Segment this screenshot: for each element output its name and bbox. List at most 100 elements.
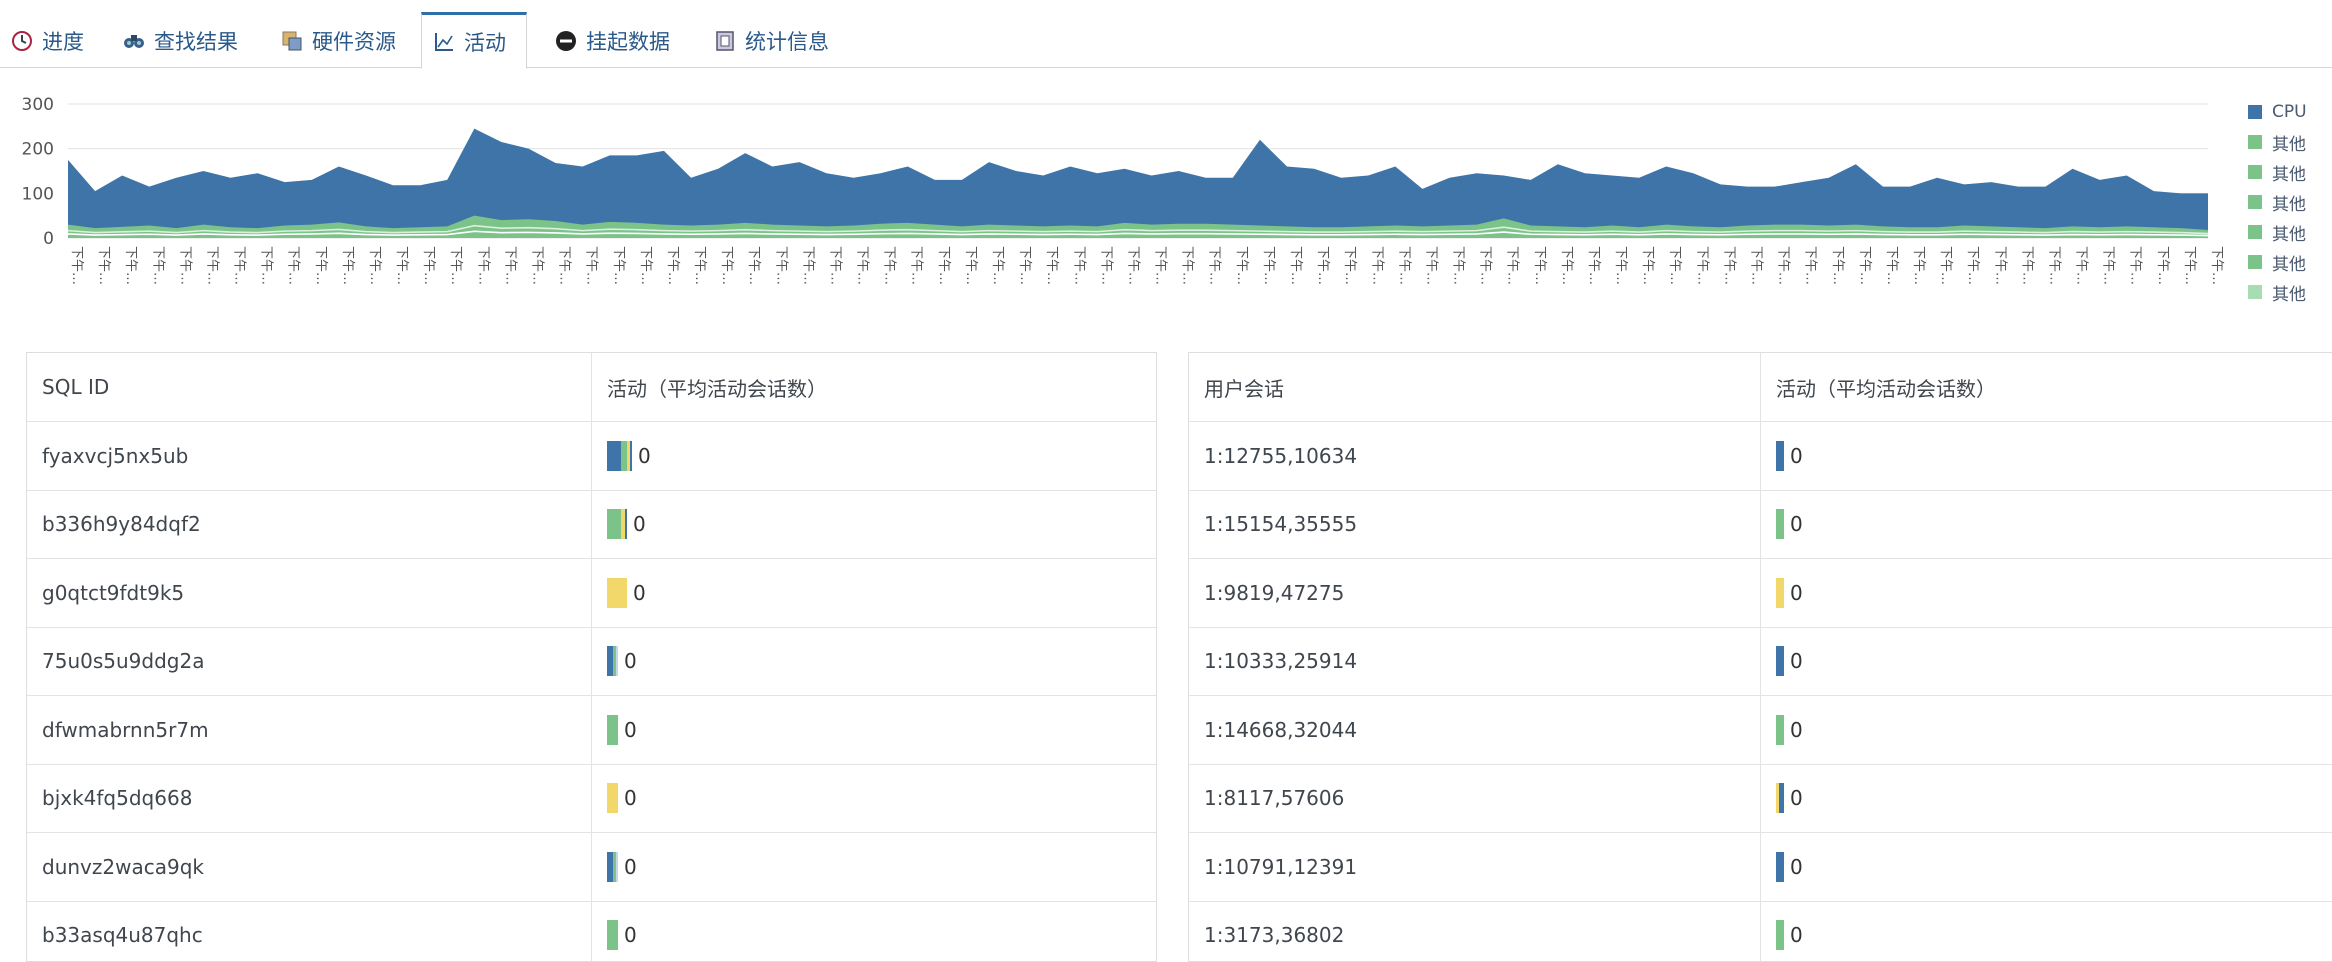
tab-activity[interactable]: 活动	[421, 12, 527, 69]
x-tick-label: 下午…	[340, 246, 355, 285]
x-tick-label: 下午…	[177, 246, 192, 285]
activity-bar[interactable]	[607, 783, 618, 813]
activity-bar[interactable]	[607, 646, 618, 676]
activity-bar[interactable]	[607, 578, 627, 608]
sql-id-cell[interactable]: dfwmabrnn5r7m	[27, 696, 591, 764]
table-row[interactable]: 1:12755,106340	[1189, 422, 2332, 491]
activity-cell: 0	[1760, 559, 2332, 627]
legend-item[interactable]: 其他	[2248, 187, 2332, 217]
activity-cell: 0	[591, 902, 1156, 962]
activity-bar[interactable]	[607, 715, 618, 745]
x-tick-label: 下午…	[259, 246, 274, 285]
y-tick-label: 100	[22, 184, 54, 204]
sql-id-cell[interactable]: fyaxvcj5nx5ub	[27, 422, 591, 490]
table-row[interactable]: bjxk4fq5dq6680	[27, 765, 1156, 834]
x-tick-label: 下午…	[2155, 246, 2170, 285]
user-session-cell[interactable]: 1:10791,12391	[1189, 833, 1760, 901]
legend-item[interactable]: 其他	[2248, 277, 2332, 307]
activity-bar-segment	[607, 509, 621, 539]
activity-bar[interactable]	[1776, 441, 1784, 471]
y-tick-label: 300	[22, 95, 54, 115]
table-row[interactable]: 1:10333,259140	[1189, 628, 2332, 697]
table-row[interactable]: dunvz2waca9qk 0	[27, 833, 1156, 902]
activity-bar[interactable]	[1776, 783, 1784, 813]
activity-bar[interactable]	[607, 509, 627, 539]
x-tick-label: 下午…	[1857, 246, 1872, 285]
tab-hardware[interactable]: 硬件资源	[270, 12, 420, 69]
x-tick-label: 下午…	[1261, 246, 1276, 285]
x-tick-label: 下午…	[502, 246, 517, 285]
activity-bar[interactable]	[1776, 578, 1784, 608]
activity-bar[interactable]	[607, 852, 618, 882]
user-session-table: 用户会话 活动（平均活动会话数） 1:12755,1063401:15154,3…	[1188, 352, 2332, 962]
x-tick-label: 下午…	[1044, 246, 1059, 285]
user-session-cell[interactable]: 1:12755,10634	[1189, 422, 1760, 490]
tab-find-results[interactable]: 查找结果	[112, 12, 252, 69]
x-tick-label: 下午…	[421, 246, 436, 285]
sql-id-cell[interactable]: 75u0s5u9ddg2a	[27, 628, 591, 696]
tab-pending-data[interactable]: 挂起数据	[544, 12, 686, 69]
column-header-activity[interactable]: 活动（平均活动会话数）	[1760, 353, 2332, 421]
table-row[interactable]: 1:9819,472750	[1189, 559, 2332, 628]
table-row[interactable]: 1:8117,576060	[1189, 765, 2332, 834]
minus-circle-icon	[554, 29, 578, 53]
activity-bar[interactable]	[1776, 920, 1784, 950]
table-row[interactable]: b336h9y84dqf20	[27, 491, 1156, 560]
activity-bar[interactable]	[1776, 715, 1784, 745]
x-tick-label: 下午…	[1505, 246, 1520, 285]
x-tick-label: 下午…	[1234, 246, 1249, 285]
x-tick-label: 下午…	[394, 246, 409, 285]
activity-bar[interactable]	[1776, 852, 1784, 882]
legend-item[interactable]: 其他	[2248, 247, 2332, 277]
user-session-cell[interactable]: 1:3173,36802	[1189, 902, 1760, 962]
user-session-cell[interactable]: 1:10333,25914	[1189, 628, 1760, 696]
activity-bar[interactable]	[1776, 509, 1784, 539]
table-row[interactable]: 1:15154,355550	[1189, 491, 2332, 560]
legend-item[interactable]: 其他	[2248, 157, 2332, 187]
x-tick-label: 下午…	[1748, 246, 1763, 285]
column-header-user-session[interactable]: 用户会话	[1189, 353, 1760, 421]
activity-bar[interactable]	[607, 920, 618, 950]
table-row[interactable]: 1:14668,320440	[1189, 696, 2332, 765]
x-tick-label: 下午…	[1532, 246, 1547, 285]
activity-bar-segment	[607, 920, 618, 950]
activity-bar[interactable]	[1776, 646, 1784, 676]
tab-label: 统计信息	[745, 26, 829, 56]
x-tick-label: 下午…	[204, 246, 219, 285]
activity-value: 0	[638, 444, 651, 468]
series-cpu-area[interactable]	[68, 129, 2208, 238]
table-row[interactable]: dfwmabrnn5r7m0	[27, 696, 1156, 765]
activity-bar-segment	[1776, 852, 1784, 882]
user-session-cell[interactable]: 1:15154,35555	[1189, 491, 1760, 559]
x-tick-label: 下午…	[1613, 246, 1628, 285]
table-row[interactable]: 1:10791,12391 0	[1189, 833, 2332, 902]
table-row[interactable]: fyaxvcj5nx5ub 0	[27, 422, 1156, 491]
column-header-sql-id[interactable]: SQL ID	[27, 353, 591, 421]
x-tick-label: 下午…	[1884, 246, 1899, 285]
table-row[interactable]: 1:3173,368020	[1189, 902, 2332, 962]
user-session-cell[interactable]: 1:9819,47275	[1189, 559, 1760, 627]
activity-bar-segment	[607, 441, 621, 471]
activity-value: 0	[624, 855, 637, 879]
sql-id-cell[interactable]: dunvz2waca9qk	[27, 833, 591, 901]
tab-progress[interactable]: 进度	[0, 12, 95, 69]
activity-bar[interactable]	[607, 441, 632, 471]
user-session-cell[interactable]: 1:8117,57606	[1189, 765, 1760, 833]
user-session-cell[interactable]: 1:14668,32044	[1189, 696, 1760, 764]
sql-id-cell[interactable]: g0qtct9fdt9k5	[27, 559, 591, 627]
sql-id-cell[interactable]: bjxk4fq5dq668	[27, 765, 591, 833]
legend-item[interactable]: 其他	[2248, 217, 2332, 247]
tab-statistics[interactable]: 统计信息	[703, 12, 843, 69]
x-tick-label: 下午…	[1586, 246, 1601, 285]
sql-id-cell[interactable]: b336h9y84dqf2	[27, 491, 591, 559]
table-row[interactable]: g0qtct9fdt9k50	[27, 559, 1156, 628]
legend-item[interactable]: 其他	[2248, 127, 2332, 157]
legend-item[interactable]: CPU	[2248, 97, 2332, 127]
sql-id-cell[interactable]: b33asq4u87qhc	[27, 902, 591, 962]
table-row[interactable]: b33asq4u87qhc0	[27, 902, 1156, 962]
x-tick-label: 下午…	[286, 246, 301, 285]
column-header-activity[interactable]: 活动（平均活动会话数）	[591, 353, 1156, 421]
x-tick-label: 下午…	[1938, 246, 1953, 285]
activity-value: 0	[1790, 855, 1803, 879]
table-row[interactable]: 75u0s5u9ddg2a0	[27, 628, 1156, 697]
